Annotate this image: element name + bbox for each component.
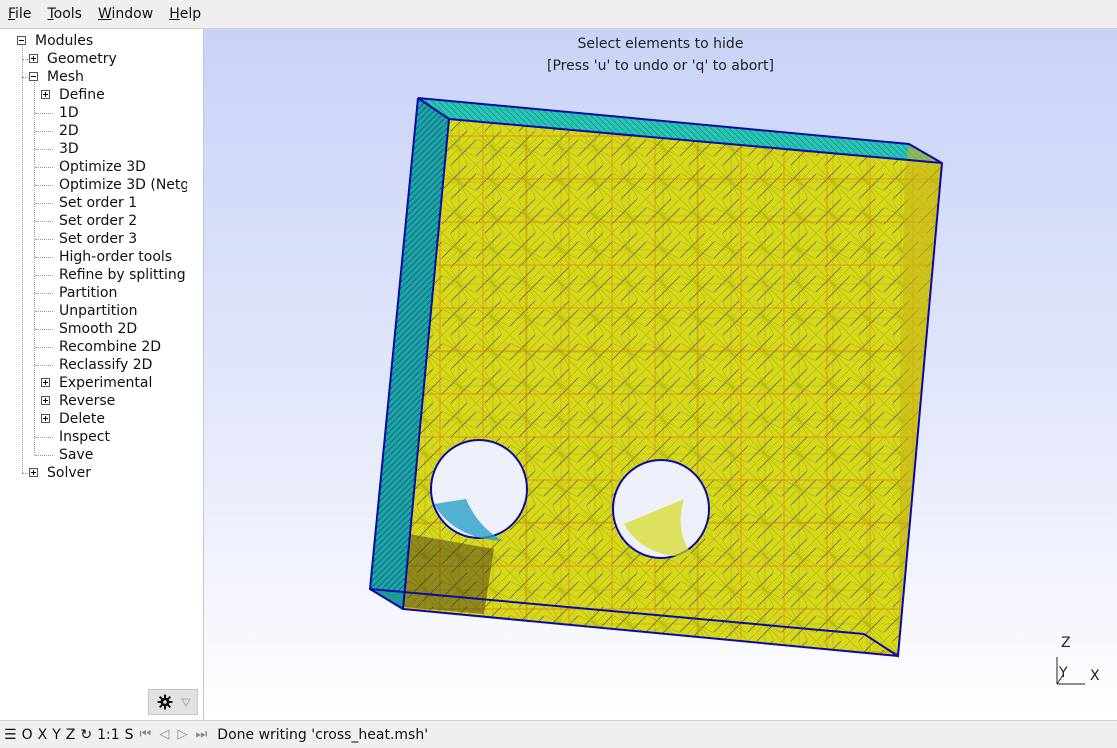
tree-connector (34, 82, 35, 455)
expand-icon[interactable] (29, 468, 38, 477)
tree-item-reverse[interactable]: Reverse (59, 392, 115, 410)
expand-icon[interactable] (41, 414, 50, 423)
status-message: Done writing 'cross_heat.msh' (217, 726, 429, 743)
menu-bar: File Tools Window Help (0, 0, 1117, 29)
tree-item-delete[interactable]: Delete (59, 410, 105, 428)
tree-connector (35, 437, 53, 438)
mesh-model[interactable] (204, 29, 1117, 720)
tree-item-recombine-2d[interactable]: Recombine 2D (59, 338, 161, 356)
tree-connector (35, 167, 53, 168)
tree-item-experimental[interactable]: Experimental (59, 374, 152, 392)
tree-item-set-order-1[interactable]: Set order 1 (59, 194, 137, 212)
tree-connector (35, 149, 53, 150)
tree-item-modules[interactable]: Modules (35, 32, 93, 50)
tree-item-inspect[interactable]: Inspect (59, 428, 110, 446)
tree-item-optimize-3d-netgen[interactable]: Optimize 3D (Netgen) (59, 176, 187, 194)
tree-item-smooth-2d[interactable]: Smooth 2D (59, 320, 137, 338)
tree-item-high-order-tools[interactable]: High-order tools (59, 248, 172, 266)
view-x-button[interactable]: X (38, 727, 48, 743)
tree-item-refine-by-splitting[interactable]: Refine by splitting (59, 266, 186, 284)
graphics-viewport[interactable]: Select elements to hide [Press 'u' to un… (204, 29, 1117, 720)
tree-connector (35, 113, 53, 114)
tree-connector (35, 203, 53, 204)
tree-connector (35, 257, 53, 258)
expand-icon[interactable] (29, 54, 38, 63)
tree-connector (35, 275, 53, 276)
menu-help[interactable]: Help (161, 0, 209, 28)
options-button[interactable] (148, 689, 198, 715)
tree-connector (35, 221, 53, 222)
view-y-button[interactable]: Y (52, 727, 61, 743)
tree-connector (35, 311, 53, 312)
view-o-button[interactable]: O (22, 727, 33, 743)
tree-connector (35, 293, 53, 294)
axis-y-label: Y (1059, 665, 1068, 681)
tree-item-mesh[interactable]: Mesh (47, 68, 84, 86)
tree-item-reclassify-2d[interactable]: Reclassify 2D (59, 356, 152, 374)
status-bar: ☰ O X Y Z ↻ 1:1 S ⏮ ◁ ▷ ⏭ Done writing '… (0, 720, 1117, 748)
axis-z-label: Z (1061, 635, 1071, 651)
tree-item-set-order-3[interactable]: Set order 3 (59, 230, 137, 248)
axes-indicator (1056, 657, 1085, 685)
axis-x-label: X (1090, 668, 1100, 684)
tree-item-save[interactable]: Save (59, 446, 93, 464)
expand-icon[interactable] (41, 396, 50, 405)
tree-item-define[interactable]: Define (59, 86, 105, 104)
menu-file[interactable]: File (0, 0, 39, 28)
expand-icon[interactable] (41, 90, 50, 99)
rotate-icon[interactable]: ↻ (80, 727, 92, 743)
snapshot-button[interactable]: S (125, 727, 134, 743)
dropdown-arrow-icon (181, 698, 191, 708)
tree-item-set-order-2[interactable]: Set order 2 (59, 212, 137, 230)
gear-icon (157, 694, 173, 710)
hamburger-icon[interactable]: ☰ (4, 727, 17, 743)
collapse-icon[interactable] (29, 72, 38, 81)
menu-window[interactable]: Window (90, 0, 161, 28)
tree-connector (35, 329, 53, 330)
tree-connector (35, 185, 53, 186)
tree-item-optimize-3d[interactable]: Optimize 3D (59, 158, 146, 176)
collapse-icon[interactable] (17, 36, 26, 45)
expand-icon[interactable] (41, 378, 50, 387)
tree-item-2d[interactable]: 2D (59, 122, 79, 140)
tree-connector (35, 347, 53, 348)
tree-item-partition[interactable]: Partition (59, 284, 117, 302)
tree-item-geometry[interactable]: Geometry (47, 50, 117, 68)
module-tree: Modules Geometry Mesh Define 1D 2D 3D Op… (0, 29, 204, 720)
tree-item-solver[interactable]: Solver (47, 464, 91, 482)
animation-controls[interactable]: ⏮ ◁ ▷ ⏭ (140, 727, 210, 742)
tree-item-unpartition[interactable]: Unpartition (59, 302, 138, 320)
tree-item-1d[interactable]: 1D (59, 104, 79, 122)
tree-connector (35, 131, 53, 132)
view-z-button[interactable]: Z (66, 727, 76, 743)
tree-item-3d[interactable]: 3D (59, 140, 79, 158)
tree-connector (22, 46, 23, 473)
scale-button[interactable]: 1:1 (97, 727, 120, 743)
tree-connector (35, 239, 53, 240)
menu-tools[interactable]: Tools (39, 0, 90, 28)
tree-connector (35, 455, 53, 456)
tree-connector (35, 365, 53, 366)
